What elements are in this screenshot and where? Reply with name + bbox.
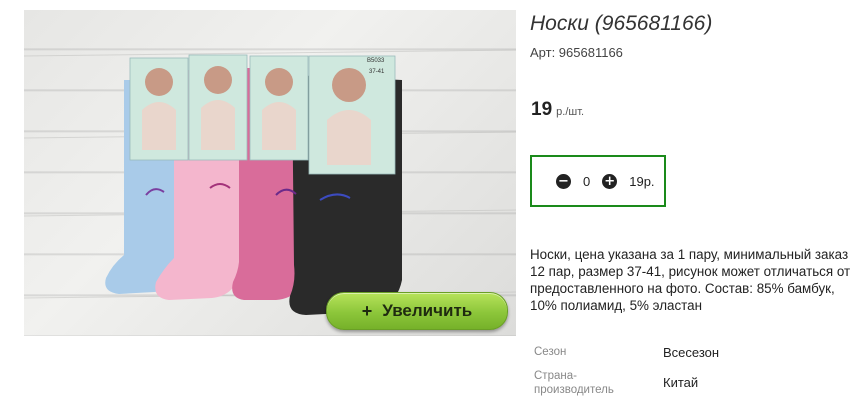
quantity-value[interactable]: 0 — [583, 174, 590, 189]
price-unit: р./шт. — [556, 106, 585, 118]
attr-value-country: Китай — [663, 375, 699, 390]
package-code: B5033 — [367, 58, 385, 64]
attr-label-country: Страна-производитель — [534, 370, 614, 396]
product-title: Носки (965681166) — [530, 12, 713, 35]
product-sku: Арт: 965681166 — [530, 45, 623, 60]
plus-icon: + — [361, 300, 373, 321]
socks-image: B5033 37-41 — [24, 49, 516, 315]
plus-circle-icon[interactable]: + — [602, 173, 618, 189]
zoom-label: Увеличить — [382, 301, 473, 320]
product-photo[interactable]: B5033 37-41 + Увеличить — [24, 10, 516, 336]
price-value: 19 — [531, 99, 553, 120]
product-price: 19 р./шт. — [531, 99, 584, 121]
product-description: Носки, цена указана за 1 пару, минимальн… — [530, 247, 851, 313]
attr-label-season: Сезон — [534, 346, 567, 358]
quantity-total: 19р. — [629, 173, 655, 189]
zoom-button[interactable]: + Увеличить — [326, 292, 508, 330]
attr-value-season: Всесезон — [663, 345, 720, 360]
package-size: 37-41 — [369, 69, 385, 75]
minus-icon[interactable]: − — [556, 173, 571, 189]
quantity-stepper: − 0 + 19р. — [530, 155, 666, 207]
